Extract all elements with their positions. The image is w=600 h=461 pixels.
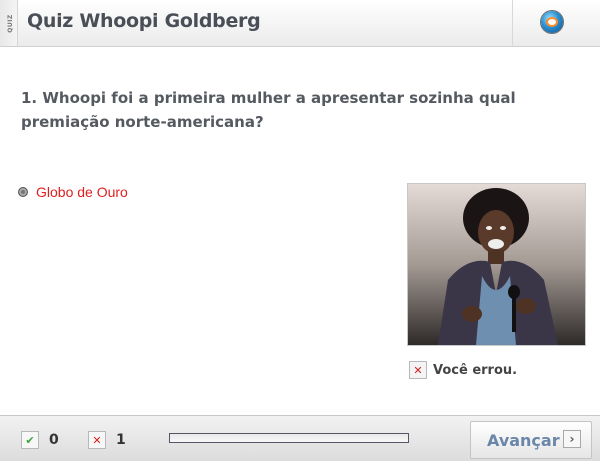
next-button-label: Avançar [487, 430, 560, 450]
x-icon: ✕ [88, 431, 106, 449]
feedback-text: Você errou. [433, 362, 518, 378]
radio-button-icon[interactable] [18, 187, 28, 197]
whoopi-photo [407, 183, 586, 346]
x-icon: ✕ [409, 361, 427, 379]
progress-bar [169, 433, 409, 443]
quiz-title: Quiz Whoopi Goldberg [27, 10, 261, 32]
check-icon: ✔ [21, 431, 39, 449]
wrong-score: ✕ 1 [88, 431, 126, 449]
quiz-side-label: QUIZ [6, 14, 14, 33]
correct-score: ✔ 0 [21, 431, 59, 449]
answer-option-label: Globo de Ouro [36, 184, 128, 200]
wrong-count: 1 [116, 432, 126, 448]
quiz-header: QUIZ Quiz Whoopi Goldberg [0, 0, 600, 47]
logo-area [512, 0, 600, 46]
question-text: 1. Whoopi foi a primeira mulher a aprese… [21, 89, 516, 131]
feedback-message: ✕ Você errou. [409, 361, 517, 379]
answer-option[interactable]: Globo de Ouro [18, 184, 128, 200]
chevron-right-icon: › [563, 430, 581, 448]
globo-logo-icon [541, 11, 563, 33]
quiz-side-tab: QUIZ [0, 0, 18, 46]
correct-count: 0 [49, 432, 59, 448]
next-button[interactable]: Avançar › [470, 421, 592, 459]
